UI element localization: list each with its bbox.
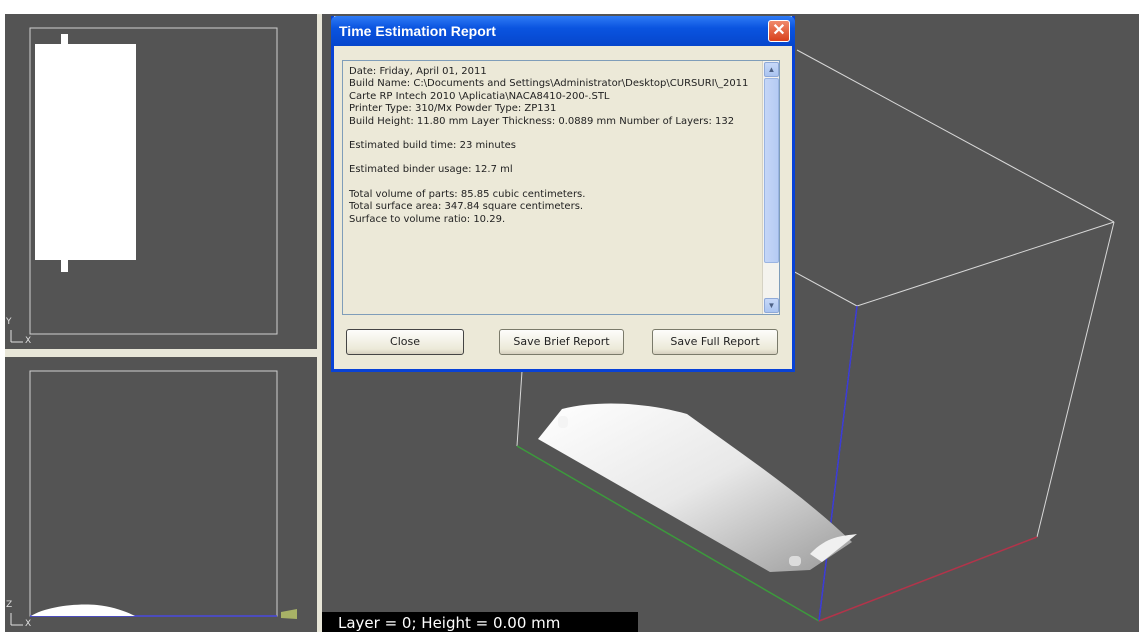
axis-z-label: Z	[6, 600, 13, 610]
report-spacer	[349, 177, 757, 189]
wing-pin-right	[789, 556, 801, 566]
viewport-divider-horizontal[interactable]	[5, 349, 317, 357]
layer-status-bar: Layer = 0; Height = 0.00 mm	[322, 612, 638, 632]
build-box-outline	[29, 370, 278, 617]
viewport-top-xy[interactable]: Y X	[5, 14, 317, 349]
report-text-area[interactable]: Date: Friday, April 01, 2011 Build Name: …	[342, 60, 780, 315]
part-silhouette	[35, 44, 136, 260]
viewport-top-canvas	[10, 27, 278, 343]
report-spacer	[349, 152, 757, 164]
dialog-title: Time Estimation Report	[339, 23, 496, 39]
report-line: Printer Type: 310/Mx Powder Type: ZP131	[349, 103, 557, 115]
report-line: Date: Friday, April 01, 2011	[349, 66, 487, 77]
report-text: Date: Friday, April 01, 2011 Build Name: …	[349, 66, 757, 226]
report-line: Estimated binder usage: 12.7 ml	[349, 164, 513, 176]
dialog-titlebar[interactable]: Time Estimation Report ✕	[331, 16, 795, 46]
wing-part	[538, 403, 852, 572]
close-button[interactable]: Close	[346, 329, 464, 355]
report-line: Build Height: 11.80 mm Layer Thickness: …	[349, 115, 735, 127]
report-line: Total volume of parts: 85.85 cubic centi…	[349, 188, 586, 200]
scroll-up-icon[interactable]: ▲	[764, 62, 779, 77]
axis-x-label: X	[25, 619, 32, 629]
axis-y-label: Y	[6, 317, 12, 327]
part-pin-bottom	[61, 257, 68, 272]
axis-x-label: X	[25, 336, 32, 346]
scroll-down-icon[interactable]: ▼	[764, 298, 779, 313]
axis-y-edge	[818, 536, 1038, 622]
part-profile	[31, 604, 135, 616]
save-brief-report-button[interactable]: Save Brief Report	[499, 329, 624, 355]
save-full-report-button[interactable]: Save Full Report	[652, 329, 778, 355]
close-icon[interactable]: ✕	[768, 20, 790, 42]
viewport-bottom-xz[interactable]: Z X	[5, 357, 317, 632]
report-line: Surface to volume ratio: 10.29.	[349, 213, 506, 225]
axis-z-edge	[818, 305, 858, 622]
scroll-thumb[interactable]	[764, 78, 779, 263]
report-line: Total surface area: 347.84 square centim…	[349, 201, 584, 213]
report-line: Build Name: C:\Documents and Settings\Ad…	[349, 78, 749, 102]
report-spacer	[349, 128, 757, 140]
report-line: Estimated build time: 23 minutes	[349, 140, 516, 152]
wing-pin-left	[558, 416, 568, 428]
part-pin-top	[61, 34, 68, 48]
viewport-bottom-canvas	[10, 370, 297, 626]
side-marker	[281, 609, 297, 619]
report-scrollbar[interactable]: ▲ ▼	[762, 61, 779, 314]
time-estimation-dialog: Time Estimation Report ✕ Date: Friday, A…	[331, 16, 795, 372]
